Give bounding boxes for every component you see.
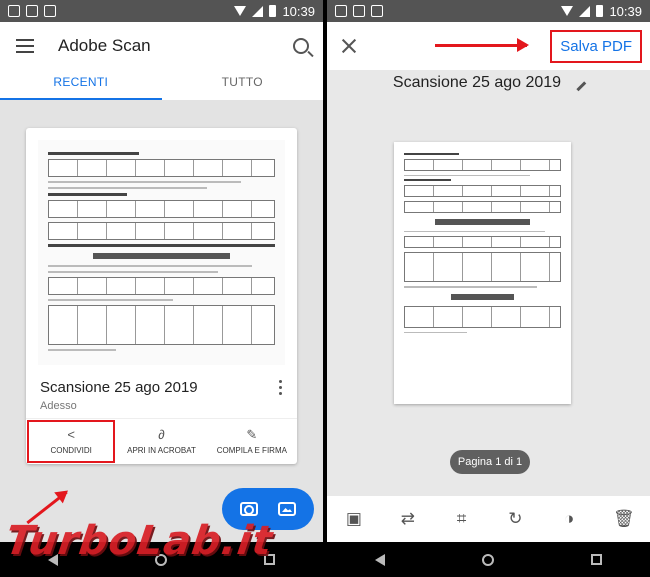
search-icon[interactable] — [293, 38, 309, 54]
annotation-arrow-save — [435, 38, 529, 52]
status-time: 10:39 — [282, 3, 315, 19]
document-title-row[interactable]: Scansione 25 ago 2019 — [327, 68, 650, 98]
wifi-icon — [234, 6, 247, 16]
status-bar: 10:39 — [0, 0, 323, 22]
save-pdf-button[interactable]: Salva PDF — [550, 29, 642, 63]
signal-icon — [252, 5, 264, 17]
card-actions: < CONDIVIDI ∂ APRI IN ACROBAT ✎ COMPILA … — [26, 418, 297, 464]
document-preview-image — [38, 140, 285, 365]
share-button[interactable]: < CONDIVIDI — [26, 419, 116, 464]
document-title: Scansione 25 ago 2019 — [392, 74, 562, 91]
open-in-acrobat-label: APRI IN ACROBAT — [127, 446, 196, 455]
rotate-icon[interactable]: ↻ — [505, 509, 525, 529]
edit-pencil-icon[interactable] — [570, 75, 587, 91]
scan-name: Scansione 25 ago 2019 — [40, 379, 198, 396]
share-icon: < — [67, 427, 75, 442]
acrobat-icon: ∂ — [158, 427, 165, 442]
fill-and-sign-label: COMPILA E FIRMA — [216, 446, 287, 455]
tab-recenti[interactable]: RECENTI — [0, 70, 162, 100]
status-time-right: 10:39 — [609, 3, 642, 19]
add-page-icon[interactable]: ▣ — [344, 509, 364, 529]
page-indicator: Pagina 1 di 1 — [450, 450, 530, 474]
page-preview[interactable] — [394, 142, 571, 404]
battery-icon — [596, 5, 604, 17]
site-watermark: TurboLab.it — [2, 518, 276, 564]
reorder-icon[interactable]: ⇄ — [398, 509, 418, 529]
scan-thumbnail[interactable] — [38, 140, 285, 365]
open-in-acrobat-button[interactable]: ∂ APRI IN ACROBAT — [116, 419, 206, 464]
crop-icon[interactable]: ⌗ — [452, 509, 472, 529]
close-icon[interactable] — [341, 38, 357, 54]
recents-icon[interactable] — [590, 554, 602, 565]
tab-bar: RECENTI TUTTO — [0, 70, 323, 100]
home-icon[interactable] — [481, 553, 494, 566]
delete-icon[interactable]: 🗑 — [613, 509, 635, 529]
app-title: Adobe Scan — [58, 36, 151, 55]
gmail-notification-icon — [8, 5, 20, 17]
gmail-notification-icon — [335, 5, 347, 17]
system-nav-bar-right — [327, 542, 650, 577]
battery-icon — [269, 5, 277, 17]
wifi-icon — [561, 6, 574, 16]
signal-icon — [579, 5, 591, 17]
camera-icon[interactable] — [240, 502, 258, 516]
more-options-icon[interactable] — [279, 380, 283, 395]
fill-and-sign-button[interactable]: ✎ COMPILA E FIRMA — [207, 419, 297, 464]
image-notification-icon — [44, 5, 56, 17]
menu-icon[interactable] — [16, 39, 34, 53]
edit-toolbar: ▣ ⇄ ⌗ ↻ ◑ 🗑 — [327, 496, 650, 542]
gallery-icon[interactable] — [278, 502, 296, 516]
back-icon[interactable] — [375, 553, 386, 566]
color-filter-icon[interactable]: ◑ — [559, 509, 579, 529]
share-label: CONDIVIDI — [50, 446, 92, 455]
scan-card[interactable]: Scansione 25 ago 2019 Adesso < CONDIVIDI… — [26, 128, 297, 464]
facebook-notification-icon — [26, 5, 38, 17]
facebook-notification-icon — [353, 5, 365, 17]
right-screen: 10:39 Salva PDF Scansione 25 ago 2019 Pa… — [327, 0, 650, 577]
image-notification-icon — [371, 5, 383, 17]
tab-tutto[interactable]: TUTTO — [162, 70, 324, 100]
sign-pen-icon: ✎ — [246, 427, 258, 442]
page-preview-image — [394, 142, 571, 404]
status-bar-right: 10:39 — [327, 0, 650, 22]
app-bar: Adobe Scan — [0, 22, 323, 70]
scan-time: Adesso — [40, 400, 77, 412]
left-screen: 10:39 Adobe Scan RECENTI TUTTO Scansione… — [0, 0, 323, 577]
